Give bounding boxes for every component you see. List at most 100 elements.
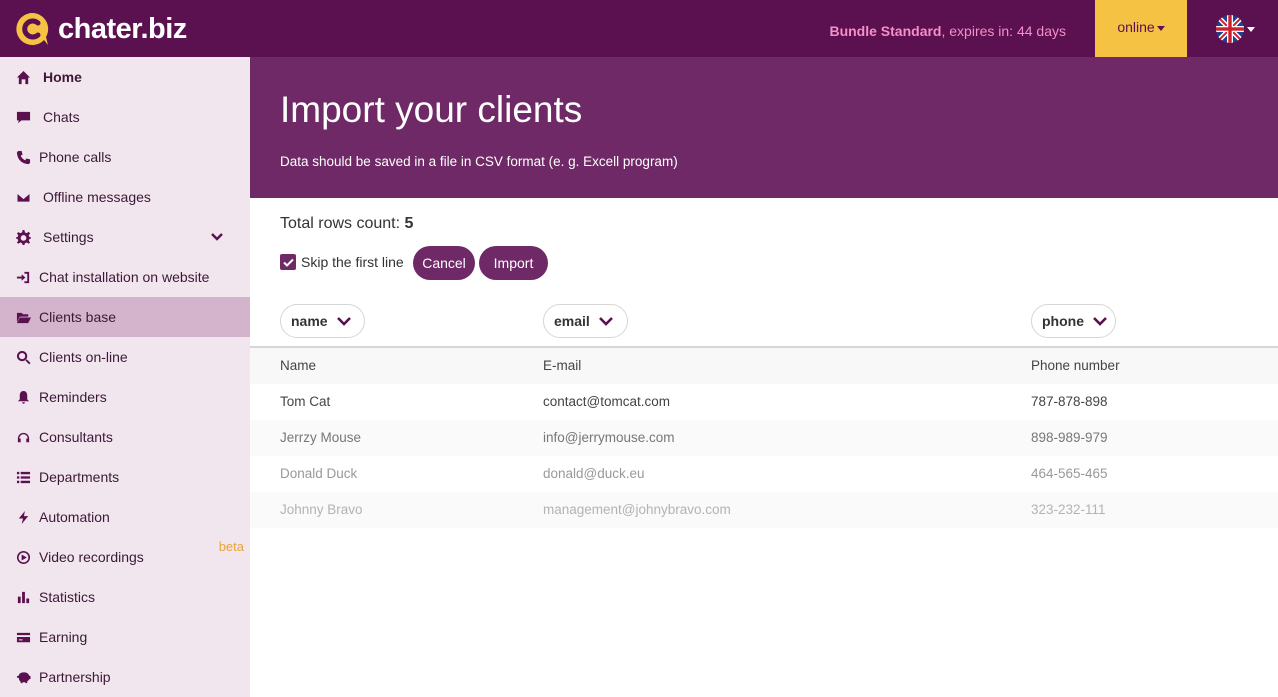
sidebar-item-label: Home: [43, 69, 82, 85]
table-header-cell: E-mail: [543, 358, 582, 373]
sidebar-item-label: Reminders: [39, 389, 107, 405]
sidebar-item-label: Phone calls: [39, 149, 112, 165]
search-icon: [15, 349, 31, 365]
column-mapping-value: email: [554, 313, 590, 329]
bell-icon: [15, 389, 31, 405]
table-cell: 323-232-111: [1031, 502, 1106, 517]
sidebar-item-label: Departments: [39, 469, 120, 485]
table-cell: info@jerrymouse.com: [543, 430, 675, 445]
beta-badge: beta: [218, 539, 244, 554]
chevron-down-icon: [1093, 317, 1107, 326]
bar-chart-icon: [15, 589, 31, 605]
phone-icon: [15, 149, 31, 165]
column-mapping-value: name: [291, 313, 328, 329]
piggy-bank-icon: [15, 669, 31, 685]
table-row: Donald Duck donald@duck.eu 464-565-465: [250, 456, 1278, 492]
sidebar-item-label: Statistics: [39, 589, 96, 605]
sidebar-item-label: Settings: [43, 229, 94, 245]
sidebar-item-label: Clients on-line: [39, 349, 128, 365]
folder-open-icon: [15, 309, 31, 325]
sidebar-item-partnership[interactable]: Partnership: [0, 657, 250, 697]
column-mapping-select-name[interactable]: name: [280, 304, 365, 338]
skip-first-line-label: Skip the first line: [301, 254, 404, 270]
brand-logo[interactable]: chater.biz: [14, 10, 187, 48]
column-mapping-select-email[interactable]: email: [543, 304, 628, 338]
table-cell: contact@tomcat.com: [543, 394, 670, 409]
table-cell: Johnny Bravo: [280, 502, 363, 517]
sidebar-item-consultants[interactable]: Consultants: [0, 417, 250, 457]
status-dropdown[interactable]: online: [1095, 0, 1187, 57]
chater-logo-icon: [16, 12, 49, 46]
table-row: Jerrzy Mouse info@jerrymouse.com 898-989…: [250, 420, 1278, 456]
status-label: online: [1117, 19, 1155, 35]
table-header-row: Name E-mail Phone number: [250, 348, 1278, 384]
import-preview-table: Name E-mail Phone number Tom Cat contact…: [250, 346, 1278, 528]
list-icon: [15, 469, 31, 485]
total-rows-count: Total rows count: 5: [280, 215, 413, 233]
sidebar-item-chat-installation[interactable]: Chat installation on website: [0, 257, 250, 297]
bolt-icon: [15, 509, 31, 525]
table-cell: Donald Duck: [280, 466, 358, 481]
bundle-expiry: , expires in: 44 days: [941, 23, 1066, 39]
play-circle-icon: [15, 549, 31, 565]
headphones-icon: [15, 429, 31, 445]
cancel-button[interactable]: Cancel: [413, 246, 475, 280]
gear-icon: [15, 229, 31, 245]
sidebar-item-chats[interactable]: Chats: [0, 97, 250, 137]
chevron-down-icon[interactable]: [210, 230, 224, 244]
chevron-down-icon: [336, 317, 351, 326]
brand-name: chater.biz: [58, 12, 187, 45]
rows-count-label: Total rows count:: [280, 215, 405, 232]
table-cell: 898-989-979: [1031, 430, 1108, 445]
page-header: Import your clients Data should be saved…: [250, 57, 1278, 198]
rows-count-value: 5: [404, 215, 414, 232]
sidebar-item-clients-online[interactable]: Clients on-line: [0, 337, 250, 377]
envelope-icon: [15, 189, 31, 205]
sidebar-item-departments[interactable]: Departments: [0, 457, 250, 497]
import-button[interactable]: Import: [479, 246, 548, 280]
page-subtitle: Data should be saved in a file in CSV fo…: [280, 154, 678, 169]
chevron-down-icon: [598, 317, 613, 326]
caret-down-icon: [1156, 25, 1165, 31]
sidebar: Home Chats Phone calls Offline messages …: [0, 57, 250, 697]
sidebar-item-label: Chat installation on website: [39, 269, 210, 285]
sidebar-item-label: Clients base: [39, 309, 117, 325]
table-header-cell: Phone number: [1031, 358, 1120, 373]
sidebar-item-statistics[interactable]: Statistics: [0, 577, 250, 617]
table-cell: management@johnybravo.com: [543, 502, 731, 517]
bundle-name: Bundle Standard: [829, 23, 942, 39]
table-cell: Tom Cat: [280, 394, 331, 409]
sidebar-item-video-recordings[interactable]: Video recordings beta: [0, 537, 250, 577]
sidebar-item-offline-messages[interactable]: Offline messages: [0, 177, 250, 217]
checkbox-checked-icon[interactable]: [280, 254, 296, 270]
table-row: Tom Cat contact@tomcat.com 787-878-898: [250, 384, 1278, 420]
sidebar-item-home[interactable]: Home: [0, 57, 250, 97]
sidebar-item-earning[interactable]: Earning: [0, 617, 250, 657]
sidebar-item-settings[interactable]: Settings: [0, 217, 250, 257]
table-header-cell: Name: [280, 358, 317, 373]
sidebar-item-label: Offline messages: [43, 189, 151, 205]
page-title: Import your clients: [280, 89, 583, 130]
sign-in-icon: [15, 269, 31, 285]
sidebar-item-label: Automation: [39, 509, 110, 525]
sidebar-item-automation[interactable]: Automation: [0, 497, 250, 537]
home-icon: [15, 69, 31, 85]
sidebar-item-label: Partnership: [39, 669, 111, 685]
chat-icon: [15, 109, 31, 125]
skip-first-line-checkbox[interactable]: Skip the first line: [280, 254, 404, 270]
column-mapping-value: phone: [1042, 313, 1084, 329]
bundle-info[interactable]: Bundle Standard, expires in: 44 days: [829, 0, 1066, 57]
sidebar-item-phone-calls[interactable]: Phone calls: [0, 137, 250, 177]
sidebar-item-label: Consultants: [39, 429, 113, 445]
sidebar-item-clients-base[interactable]: Clients base: [0, 297, 250, 337]
caret-down-icon: [1247, 26, 1255, 32]
table-cell: 464-565-465: [1031, 466, 1108, 481]
sidebar-item-reminders[interactable]: Reminders: [0, 377, 250, 417]
language-selector[interactable]: [1216, 15, 1255, 43]
column-mapping-select-phone[interactable]: phone: [1031, 304, 1116, 338]
sidebar-item-label: Video recordings: [39, 549, 144, 565]
sidebar-item-label: Chats: [43, 109, 80, 125]
sidebar-item-label: Earning: [39, 629, 88, 645]
credit-card-icon: [15, 629, 31, 645]
table-row: Johnny Bravo management@johnybravo.com 3…: [250, 492, 1278, 528]
